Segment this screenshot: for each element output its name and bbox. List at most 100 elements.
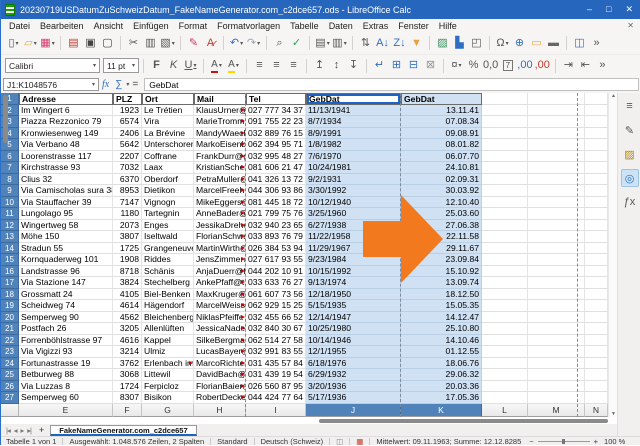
- insert-object-icon[interactable]: ◰: [469, 35, 484, 52]
- cell-empty[interactable]: [482, 358, 528, 370]
- cell-us-r5[interactable]: 1/8/1982: [306, 139, 401, 151]
- cell-plz-r12[interactable]: 2073: [113, 220, 142, 232]
- cell-plz-r18[interactable]: 4105: [113, 289, 142, 301]
- cell-plz-r19[interactable]: 4614: [113, 300, 142, 312]
- cell-mail-r21[interactable]: JessicaNadel@: [194, 323, 246, 335]
- row-header-20[interactable]: 20: [1, 312, 19, 324]
- cell-plz-r7[interactable]: 7032: [113, 162, 142, 174]
- cell-plz-r10[interactable]: 7147: [113, 197, 142, 209]
- cell-empty[interactable]: [585, 128, 608, 140]
- cell-empty[interactable]: [482, 312, 528, 324]
- cell-tel-r23[interactable]: 032 991 83 55: [246, 346, 306, 358]
- row-header-7[interactable]: 7: [1, 162, 19, 174]
- spelling-icon[interactable]: ✓: [289, 35, 304, 52]
- cell-ch-r7[interactable]: 24.10.81: [401, 162, 482, 174]
- sort-icon[interactable]: ⇅: [358, 35, 373, 52]
- align-center-icon[interactable]: ≡: [269, 57, 284, 74]
- cell-empty[interactable]: [585, 277, 608, 289]
- cell-ch-r24[interactable]: 18.06.76: [401, 358, 482, 370]
- new-document-icon[interactable]: ▯▾: [6, 35, 21, 52]
- cell-ch-r18[interactable]: 18.12.50: [401, 289, 482, 301]
- cell-ch-r23[interactable]: 01.12.55: [401, 346, 482, 358]
- menu-item-hilfe[interactable]: Hilfe: [434, 21, 462, 31]
- cell-adresse-r27[interactable]: Semperweg 60: [19, 392, 113, 404]
- sidebar-styles-icon[interactable]: ✎: [621, 121, 639, 139]
- cell-ch-r3[interactable]: 07.08.34: [401, 116, 482, 128]
- column-header-i[interactable]: I: [246, 404, 306, 417]
- cell-tel-r20[interactable]: 032 455 66 52: [246, 312, 306, 324]
- cell-empty[interactable]: [585, 105, 608, 117]
- column-header-l[interactable]: L: [482, 404, 528, 417]
- cell-ort-r22[interactable]: Kappel: [142, 335, 194, 347]
- cell-mail-r9[interactable]: MarcelFreeh@: [194, 185, 246, 197]
- cell-mail-r10[interactable]: MikeEggers@: [194, 197, 246, 209]
- headers-footers-icon[interactable]: ▬: [546, 35, 561, 52]
- last-sheet-icon[interactable]: ▸|: [27, 426, 31, 435]
- find-replace-icon[interactable]: ⌕: [272, 35, 287, 52]
- cell-us-r1[interactable]: GebDat: [306, 93, 401, 105]
- zoom-slider-thumb[interactable]: [562, 439, 565, 444]
- cell-tel-r3[interactable]: 091 755 22 23: [246, 116, 306, 128]
- center-vertically-icon[interactable]: ↕: [329, 57, 344, 74]
- cell-tel-r5[interactable]: 062 394 95 71: [246, 139, 306, 151]
- vertical-scrollbar-thumb[interactable]: [3, 95, 8, 143]
- cell-ort-r15[interactable]: Riddes: [142, 254, 194, 266]
- print-icon[interactable]: ▣: [83, 35, 98, 52]
- cell-ort-r8[interactable]: Oberdorf: [142, 174, 194, 186]
- add-sheet-button[interactable]: +: [39, 425, 44, 435]
- cell-adresse-r18[interactable]: Grossmatt 24: [19, 289, 113, 301]
- cell-mail-r24[interactable]: MarcoRichter: [194, 358, 246, 370]
- cell-tel-r24[interactable]: 031 435 57 84: [246, 358, 306, 370]
- cell-adresse-r26[interactable]: Via Luzzas 8: [19, 381, 113, 393]
- sidebar-functions-icon[interactable]: ƒx: [621, 193, 639, 211]
- cell-ort-r6[interactable]: Coffrane: [142, 151, 194, 163]
- insert-mode-icon[interactable]: ◫: [336, 437, 343, 446]
- cell-plz-r21[interactable]: 3205: [113, 323, 142, 335]
- cell-mail-r11[interactable]: AnneBader@: [194, 208, 246, 220]
- menu-item-bearbeiten[interactable]: Bearbeiten: [35, 21, 89, 31]
- row-header-9[interactable]: 9: [1, 185, 19, 197]
- cell-empty[interactable]: [482, 197, 528, 209]
- cell-tel-r25[interactable]: 031 439 19 54: [246, 369, 306, 381]
- cell-ch-r4[interactable]: 09.08.91: [401, 128, 482, 140]
- cell-ch-r25[interactable]: 29.06.32: [401, 369, 482, 381]
- cell-tel-r19[interactable]: 062 929 15 25: [246, 300, 306, 312]
- cell-tel-r4[interactable]: 032 889 76 15: [246, 128, 306, 140]
- cell-adresse-r21[interactable]: Postfach 26: [19, 323, 113, 335]
- sidebar-gallery-icon[interactable]: ▨: [621, 145, 639, 163]
- cell-us-r21[interactable]: 10/25/1980: [306, 323, 401, 335]
- cell-empty[interactable]: [585, 381, 608, 393]
- cell-empty[interactable]: [482, 105, 528, 117]
- row-header-16[interactable]: 16: [1, 266, 19, 278]
- delete-decimal-icon[interactable]: ,00: [535, 57, 550, 74]
- row-header-22[interactable]: 22: [1, 335, 19, 347]
- function-wizard-icon[interactable]: fx: [102, 79, 109, 90]
- cell-empty[interactable]: [585, 358, 608, 370]
- active-sheet-tab[interactable]: FakeNameGenerator.com_c2dce657: [50, 425, 196, 436]
- cell-us-r27[interactable]: 5/17/1936: [306, 392, 401, 404]
- cell-adresse-r9[interactable]: Via Camischolas sura 38: [19, 185, 113, 197]
- underline-icon[interactable]: U▾: [183, 57, 198, 74]
- cell-adresse-r7[interactable]: Kirchstrasse 93: [19, 162, 113, 174]
- save-icon[interactable]: ▦▾: [40, 35, 55, 52]
- previous-sheet-icon[interactable]: ◂: [14, 426, 17, 435]
- bold-icon[interactable]: F: [149, 57, 164, 74]
- cell-adresse-r15[interactable]: Kornquaderweg 101: [19, 254, 113, 266]
- cell-adresse-r8[interactable]: Clius 32: [19, 174, 113, 186]
- cell-mail-r5[interactable]: MarkoEisenb: [194, 139, 246, 151]
- cell-mail-r8[interactable]: PetraMuller@: [194, 174, 246, 186]
- format-currency-icon[interactable]: ¤▾: [449, 57, 464, 74]
- cell-ort-r17[interactable]: Stechelberg: [142, 277, 194, 289]
- cell-mail-r7[interactable]: KristianScher: [194, 162, 246, 174]
- cell-plz-r2[interactable]: 1923: [113, 105, 142, 117]
- row-header-27[interactable]: 27: [1, 392, 19, 404]
- cell-mail-r1[interactable]: Mail: [194, 93, 246, 105]
- zoom-slider[interactable]: [538, 441, 590, 442]
- next-sheet-icon[interactable]: ▸: [20, 426, 23, 435]
- align-right-icon[interactable]: ≡: [286, 57, 301, 74]
- column-header-k[interactable]: K: [401, 404, 482, 417]
- cell-empty[interactable]: [482, 346, 528, 358]
- cell-ch-r5[interactable]: 08.01.82: [401, 139, 482, 151]
- cell-us-r6[interactable]: 7/6/1970: [306, 151, 401, 163]
- merge-cells-icon[interactable]: ⊞: [389, 57, 404, 74]
